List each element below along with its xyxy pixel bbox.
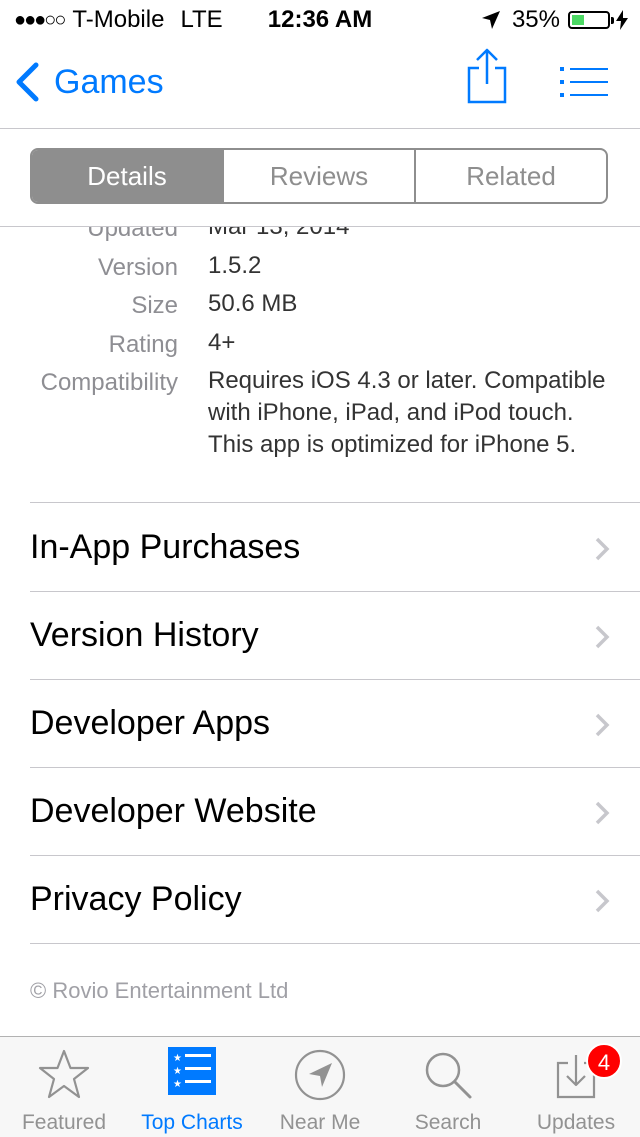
tab-label: Search [414, 1111, 482, 1134]
svg-text:★: ★ [173, 1079, 182, 1090]
list-icon [560, 67, 608, 97]
list-item-label: Developer Apps [30, 704, 271, 742]
status-bar: ●●●○○ T-Mobile LTE 12:36 AM 35% [0, 0, 640, 40]
chevron-right-icon [595, 713, 610, 737]
updates-badge: 4 [586, 1043, 622, 1079]
divider [30, 502, 640, 503]
tab-label: Featured [21, 1111, 107, 1134]
battery-percent: 35% [511, 6, 560, 33]
share-icon [467, 48, 507, 104]
tab-near-me[interactable]: Near Me [256, 1037, 384, 1137]
battery-info: 35% [480, 6, 628, 34]
chevron-right-icon [595, 625, 610, 649]
tab-label: Top Charts [141, 1111, 243, 1134]
chevron-left-icon [16, 62, 39, 102]
charging-bolt-icon [616, 10, 628, 30]
tab-updates[interactable]: 4 Updates [512, 1037, 640, 1137]
location-arrow-icon [481, 11, 500, 29]
tab-details[interactable]: Details [32, 150, 222, 202]
tab-bar: Featured ★ ★ ★ Top Charts Near Me Search… [0, 1036, 640, 1137]
compatibility-label: Compatibility [40, 369, 178, 396]
version-label: Version [97, 254, 178, 281]
list-menu-button[interactable] [560, 66, 608, 103]
top-charts-icon: ★ ★ ★ [168, 1047, 216, 1095]
list-item-developer-website[interactable]: Developer Website [30, 768, 640, 856]
svg-text:★: ★ [173, 1053, 182, 1064]
app-info-section: Updated Mar 13, 2014 Version 1.5.2 Size … [0, 226, 640, 505]
list-item-label: Developer Website [30, 792, 317, 830]
segmented-control: Details Reviews Related [30, 148, 608, 204]
tab-featured[interactable]: Featured [0, 1037, 128, 1137]
tab-related[interactable]: Related [414, 150, 606, 202]
rating-label: Rating [108, 331, 178, 358]
chevron-right-icon [595, 889, 610, 913]
size-value: 50.6 MB [208, 290, 298, 317]
version-value: 1.5.2 [208, 252, 262, 279]
battery-icon [568, 11, 614, 29]
list-item-label: Version History [30, 616, 259, 654]
svg-text:★: ★ [173, 1066, 182, 1077]
list-item-label: In-App Purchases [30, 528, 301, 566]
share-button[interactable] [466, 48, 508, 109]
size-label: Size [131, 292, 178, 319]
list-item-version-history[interactable]: Version History [30, 592, 640, 680]
updated-value: Mar 13, 2014 [208, 226, 350, 240]
navigation-bar: Games [0, 40, 640, 129]
copyright-text: © Rovio Entertainment Ltd [30, 978, 289, 1003]
list-item-developer-apps[interactable]: Developer Apps [30, 680, 640, 768]
links-list: In-App Purchases Version History Develop… [0, 504, 640, 944]
list-item-in-app-purchases[interactable]: In-App Purchases [30, 504, 640, 592]
compatibility-value: Requires iOS 4.3 or later. Compatible wi… [208, 367, 606, 458]
back-button[interactable]: Games [14, 62, 164, 102]
list-item-label: Privacy Policy [30, 880, 242, 918]
updated-label: Updated [87, 226, 178, 242]
list-item-privacy-policy[interactable]: Privacy Policy [30, 856, 640, 944]
tab-label: Updates [536, 1111, 616, 1134]
tab-reviews[interactable]: Reviews [222, 150, 414, 202]
star-icon [38, 1049, 90, 1099]
tab-top-charts[interactable]: ★ ★ ★ Top Charts [128, 1037, 256, 1137]
rating-value: 4+ [208, 329, 236, 356]
compass-icon [294, 1049, 346, 1101]
chevron-right-icon [595, 801, 610, 825]
tab-search[interactable]: Search [384, 1037, 512, 1137]
chevron-right-icon [595, 537, 610, 561]
back-button-label: Games [54, 62, 164, 101]
search-icon [425, 1052, 472, 1099]
tab-label: Near Me [279, 1111, 361, 1134]
